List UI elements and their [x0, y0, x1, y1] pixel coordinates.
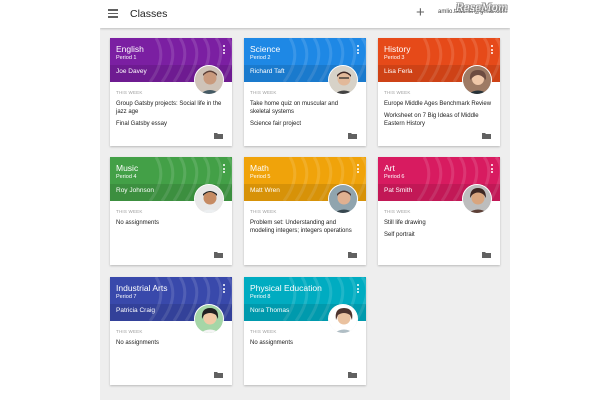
folder-icon[interactable] [348, 251, 357, 258]
class-name[interactable]: Science [250, 44, 280, 54]
assignment-item[interactable]: Worksheet on 7 Big Ideas of Middle Easte… [384, 112, 492, 128]
avatar [194, 304, 224, 334]
more-vert-icon[interactable] [223, 164, 226, 175]
this-week-label: THIS WEEK [250, 329, 277, 334]
this-week-label: THIS WEEK [384, 90, 411, 95]
class-period: Period 7 [116, 294, 137, 300]
this-week-label: THIS WEEK [116, 90, 143, 95]
avatar [328, 184, 358, 214]
class-card-math[interactable]: Math Period 5 Matt Wren THIS WEEK Proble… [244, 157, 366, 265]
avatar [328, 65, 358, 95]
class-card-physical-education[interactable]: Physical Education Period 8 Nora Thomas … [244, 277, 366, 385]
folder-icon[interactable] [214, 132, 223, 139]
teacher-name: Matt Wren [250, 187, 280, 194]
assignment-item[interactable]: Group Gatsby projects: Social life in th… [116, 100, 224, 116]
more-vert-icon[interactable] [491, 164, 494, 175]
folder-icon[interactable] [348, 132, 357, 139]
this-week-label: THIS WEEK [384, 209, 411, 214]
class-period: Period 5 [250, 174, 271, 180]
folder-icon[interactable] [214, 251, 223, 258]
assignment-item: No assignments [116, 220, 160, 226]
more-vert-icon[interactable] [223, 284, 226, 295]
assignment-item[interactable]: Europe Middle Ages Benchmark Review [384, 100, 492, 108]
page-title: Classes [130, 8, 168, 20]
teacher-name: Nora Thomas [250, 307, 290, 314]
class-card-music[interactable]: Music Period 4 Roy Johnson THIS WEEK No … [110, 157, 232, 265]
teacher-name: Roy Johnson [116, 187, 154, 194]
class-name[interactable]: Music [116, 163, 138, 173]
assignment-item[interactable]: Science fair project [250, 120, 358, 128]
avatar [462, 184, 492, 214]
this-week-label: THIS WEEK [116, 329, 143, 334]
teacher-name: Pat Smith [384, 187, 413, 194]
more-vert-icon[interactable] [223, 45, 226, 56]
class-name[interactable]: History [384, 44, 410, 54]
class-card-industrial-arts[interactable]: Industrial Arts Period 7 Patricia Craig … [110, 277, 232, 385]
class-period: Period 2 [250, 55, 271, 61]
folder-icon[interactable] [348, 371, 357, 378]
assignment-item[interactable]: Self portrait [384, 231, 492, 239]
more-vert-icon[interactable] [357, 164, 360, 175]
class-name[interactable]: Art [384, 163, 395, 173]
assignment-item[interactable]: Take home quiz on muscular and skeletal … [250, 100, 358, 116]
teacher-name: Patricia Craig [116, 307, 156, 314]
this-week-label: THIS WEEK [250, 90, 277, 95]
screenshot-canvas: Classes + amlio.teacher@gmail.com ReseMo… [0, 0, 610, 400]
class-name[interactable]: Physical Education [250, 283, 322, 293]
class-name[interactable]: Industrial Arts [116, 283, 168, 293]
avatar [194, 184, 224, 214]
watermark-logo: ReseMom [456, 3, 508, 14]
add-icon[interactable]: + [416, 5, 425, 20]
assignment-item[interactable]: Final Gatsby essay [116, 120, 224, 128]
avatar [328, 304, 358, 334]
menu-icon[interactable] [108, 9, 118, 18]
class-period: Period 6 [384, 174, 405, 180]
class-period: Period 1 [116, 55, 137, 61]
top-app-bar: Classes + amlio.teacher@gmail.com [100, 0, 510, 28]
class-name[interactable]: English [116, 44, 144, 54]
avatar [462, 65, 492, 95]
class-card-science[interactable]: Science Period 2 Richard Taft THIS WEEK … [244, 38, 366, 146]
assignment-item[interactable]: Still life drawing [384, 219, 492, 227]
this-week-label: THIS WEEK [116, 209, 143, 214]
more-vert-icon[interactable] [357, 45, 360, 56]
class-period: Period 8 [250, 294, 271, 300]
avatar [194, 65, 224, 95]
class-card-art[interactable]: Art Period 6 Pat Smith THIS WEEK Still l… [378, 157, 500, 265]
this-week-label: THIS WEEK [250, 209, 277, 214]
assignment-item: No assignments [250, 340, 294, 346]
teacher-name: Lisa Ferla [384, 68, 413, 75]
class-period: Period 3 [384, 55, 405, 61]
folder-icon[interactable] [482, 251, 491, 258]
more-vert-icon[interactable] [491, 45, 494, 56]
more-vert-icon[interactable] [357, 284, 360, 295]
class-card-history[interactable]: History Period 3 Lisa Ferla THIS WEEK Eu… [378, 38, 500, 146]
classroom-app: Classes + amlio.teacher@gmail.com ReseMo… [100, 0, 510, 400]
assignment-item: No assignments [116, 340, 160, 346]
folder-icon[interactable] [482, 132, 491, 139]
class-card-english[interactable]: English Period 1 Joe Davey THIS WEEK Gro… [110, 38, 232, 146]
assignment-item[interactable]: Problem set: Understanding and modeling … [250, 219, 358, 235]
folder-icon[interactable] [214, 371, 223, 378]
class-period: Period 4 [116, 174, 137, 180]
teacher-name: Joe Davey [116, 68, 147, 75]
class-name[interactable]: Math [250, 163, 269, 173]
teacher-name: Richard Taft [250, 68, 285, 75]
